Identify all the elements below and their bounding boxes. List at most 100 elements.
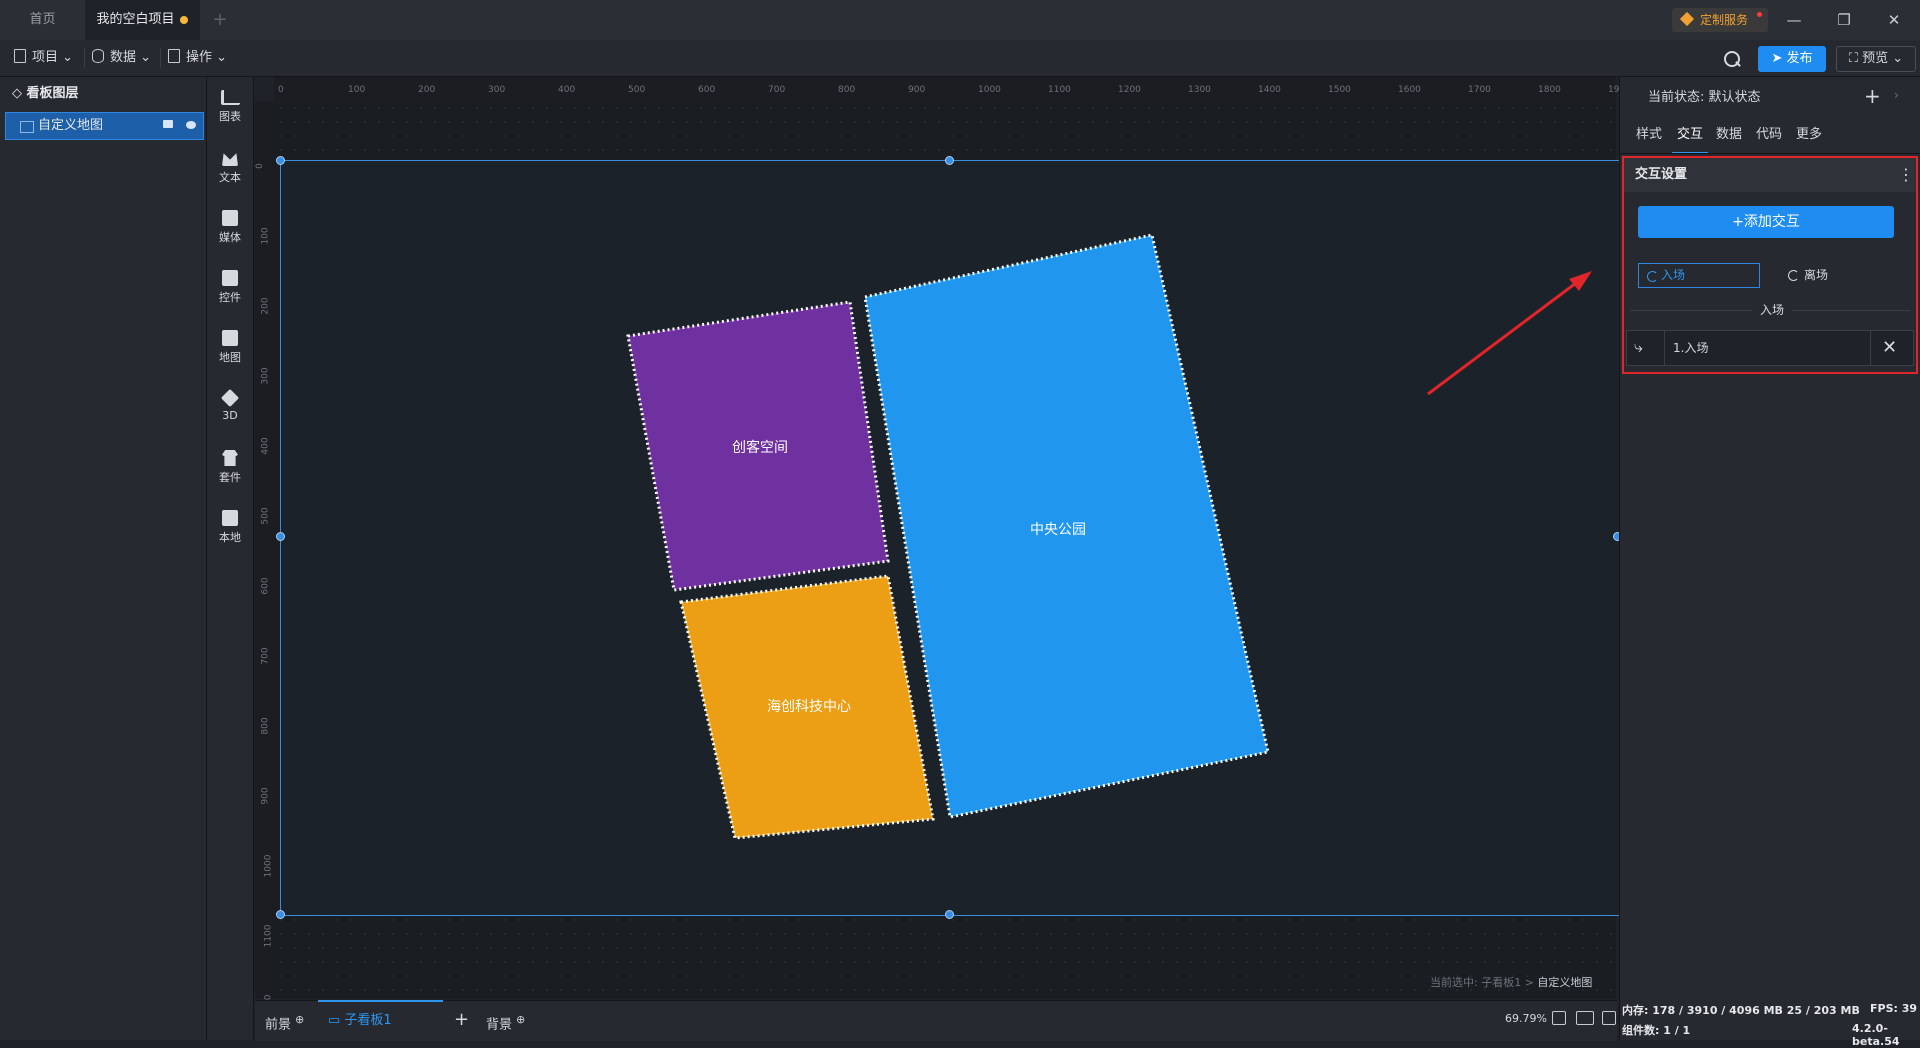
search-icon[interactable] [1720,48,1744,72]
add-circle-icon[interactable]: ⊕ [516,1013,525,1026]
breadcrumb-current[interactable]: 自定义地图 [1537,976,1592,989]
fit-screen-icon[interactable] [1552,1011,1566,1025]
ruler-tick-label: 400 [558,85,576,95]
menu-operation[interactable]: 操作 ⌄ [168,40,227,76]
zoom-level[interactable]: 69.79% [1505,1012,1547,1025]
layers-title: ◇ 看板图层 [12,82,79,106]
menu-data[interactable]: 数据 ⌄ [92,40,151,76]
tool-chart[interactable]: 图表 [207,82,253,134]
tool-text-label: 文本 [219,171,241,184]
fullscreen-icon: ⛶ [1848,51,1863,66]
eye-icon[interactable] [186,121,196,129]
tool-map[interactable]: 地图 [207,322,253,374]
menu-divider [84,48,85,68]
bar-chart-icon [220,90,240,105]
map-layer-icon [20,121,34,133]
ruler-tick-label: 1400 [1258,85,1281,95]
add-tab-icon[interactable]: + [208,0,232,40]
annotation-arrowhead [1569,271,1592,291]
ruler-tick-label: 800 [838,85,856,95]
layer-item-custom-map[interactable]: 自定义地图 [5,112,204,140]
background-label: 背景 [486,1017,513,1033]
close-icon[interactable]: ✕ [1874,6,1914,34]
layer-item-label: 自定义地图 [38,118,104,133]
shirt-icon [222,450,238,466]
tool-control-label: 控件 [219,291,241,304]
crown-icon [222,153,238,166]
ruler-tick-label: 1000 [263,854,274,878]
tab-background[interactable]: 背景 ⊕ [486,1000,525,1040]
tool-media-label: 媒体 [219,231,241,244]
keyboard-icon[interactable] [1576,1011,1594,1025]
unlock-icon[interactable] [163,120,173,128]
ruler-tick-label: 1600 [1398,85,1421,95]
ruler-tick-label: 1000 [978,85,1001,95]
tab-interaction[interactable]: 交互 [1672,124,1708,154]
state-prefix: 当前状态: [1648,90,1705,105]
database-icon [92,49,104,63]
ruler-tick-label: 1700 [1468,85,1491,95]
restore-icon[interactable]: ❐ [1824,6,1864,34]
foreground-label: 前景 [265,1017,292,1033]
custom-map[interactable]: 创客空间 中央公园 海创科技中心 [274,101,1616,999]
tool-local[interactable]: 本地 [207,502,253,554]
tool-3d-label: 3D [222,409,238,422]
ruler-tick-label: 1300 [1188,85,1211,95]
ruler-tick-label: 200 [418,85,436,95]
publish-label: 发布 [1786,51,1813,66]
tool-chart-label: 图表 [219,110,241,123]
terminal-icon[interactable] [1602,1011,1616,1025]
unsaved-dot-icon [180,16,188,24]
tool-kit-label: 套件 [219,471,241,484]
tab-foreground[interactable]: 前景 ⊕ [265,1000,304,1040]
tool-3d[interactable]: 3D [207,382,253,434]
chevron-right-icon[interactable]: › [1894,88,1899,102]
add-circle-icon[interactable]: ⊕ [295,1013,304,1026]
preview-label: 预览 [1862,51,1889,66]
publish-button[interactable]: ➤ 发布 [1758,46,1826,72]
ruler-tick-label: 700 [768,85,786,95]
file-icon [14,49,26,63]
minimize-icon[interactable]: — [1774,6,1814,34]
tool-control[interactable]: 控件 [207,262,253,314]
tool-map-label: 地图 [219,351,241,364]
annotation-highlight-box [1622,156,1918,374]
tool-text[interactable]: 文本 [207,142,253,194]
tool-media[interactable]: 媒体 [207,202,253,254]
menu-project-label: 项目 [32,50,59,65]
custom-service-button[interactable]: 定制服务 [1672,8,1768,32]
menu-project[interactable]: 项目 ⌄ [14,40,73,76]
grid-icon [168,49,180,63]
ruler-tick-label: 0 [254,163,265,169]
tool-kit[interactable]: 套件 [207,442,253,494]
ruler-tick-label: 200 [260,297,271,315]
map-icon [222,330,238,346]
ruler-tick-label: 0 [278,85,284,95]
component-count: 组件数: 1 / 1 [1622,1024,1691,1037]
tabs-divider [1620,153,1920,154]
tab-home[interactable]: 首页 [0,0,85,40]
ruler-tick-label: 700 [260,647,271,665]
preview-button[interactable]: ⛶ 预览 ⌄ [1836,46,1916,72]
menu-operation-label: 操作 [186,50,213,65]
memory-status: 内存: 178 / 3910 / 4096 MB 25 / 203 MB [1622,1004,1860,1017]
ruler-tick-label: 1500 [1328,85,1351,95]
layers-panel [0,77,207,1040]
tab-project[interactable]: 我的空白项目 [85,0,200,40]
ruler-tick-label: 500 [260,507,271,525]
tab-code[interactable]: 代码 [1756,124,1782,154]
add-subboard-icon[interactable]: + [454,1000,469,1040]
selection-breadcrumb: 当前选中: 子看板1 > 自定义地图 [1430,974,1592,990]
tab-subboard[interactable]: ▭ 子看板1 [318,1000,443,1040]
current-state[interactable]: 当前状态: 默认状态 [1648,86,1761,110]
camera-icon [222,210,238,226]
board-icon: ▭ [328,1013,345,1028]
tab-more[interactable]: 更多 [1796,124,1822,154]
tab-style[interactable]: 样式 [1636,124,1662,154]
control-icon [222,270,238,286]
tab-data[interactable]: 数据 [1716,124,1742,154]
ruler-tick-label: 400 [260,437,271,455]
ruler-tick-label: 900 [908,85,926,95]
add-state-icon[interactable]: + [1864,84,1881,108]
breadcrumb-prefix: 当前选中: 子看板1 > [1430,976,1534,989]
